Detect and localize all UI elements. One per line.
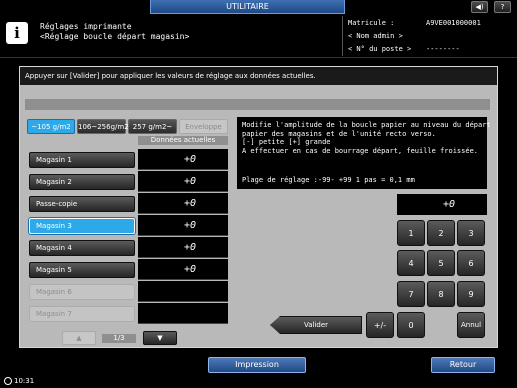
- info-icon: i: [6, 22, 28, 44]
- description-line: papier des magasins et de l'unité recto …: [242, 129, 436, 138]
- tray-button-bypass[interactable]: Passe-copie: [29, 196, 135, 212]
- key-9[interactable]: 9: [457, 281, 485, 307]
- screen-title: Réglages imprimante: [40, 22, 132, 31]
- tray-value-1: +0: [138, 149, 228, 170]
- tab-paper-105[interactable]: ~105 g/m2: [27, 119, 75, 134]
- key-4[interactable]: 4: [397, 250, 425, 276]
- clock-time: 10:31: [14, 377, 35, 385]
- description-line: A effectuer en cas de bourrage départ, f…: [242, 146, 479, 155]
- tray-button-4[interactable]: Magasin 4: [29, 240, 135, 256]
- description-line: [-] petite [+] grande: [242, 138, 331, 146]
- tray-button-6: Magasin 6: [29, 284, 135, 300]
- description-box: Modifie l'amplitude de la boucle papier …: [237, 117, 491, 189]
- page-up-button: ▲: [62, 331, 96, 345]
- tab-paper-106-256[interactable]: 106~256g/m2: [77, 119, 129, 134]
- header: i Réglages imprimante <Réglage boucle dé…: [0, 14, 517, 58]
- serial-label: Matricule :: [348, 19, 395, 27]
- key-6[interactable]: 6: [457, 250, 485, 276]
- print-button[interactable]: Impression: [208, 357, 306, 373]
- clock-icon: [4, 377, 12, 385]
- top-bar: UTILITAIRE ◀) ?: [0, 0, 517, 14]
- tray-value-7: [138, 303, 228, 324]
- back-button[interactable]: Retour: [431, 357, 495, 373]
- validate-button[interactable]: Valider: [270, 316, 362, 334]
- key-8[interactable]: 8: [427, 281, 455, 307]
- key-1[interactable]: 1: [397, 220, 425, 246]
- tab-envelope: Enveloppe: [179, 119, 228, 134]
- page-indicator: 1/3: [102, 334, 136, 343]
- description-line: Modifie l'amplitude de la boucle papier …: [242, 121, 491, 129]
- clock: 10:31: [4, 377, 34, 385]
- tray-button-2[interactable]: Magasin 2: [29, 174, 135, 190]
- key-0[interactable]: 0: [397, 312, 425, 338]
- current-data-header: Données actuelles: [138, 136, 228, 145]
- clear-button[interactable]: Annul: [457, 312, 485, 338]
- serial-value: A9VE001000001: [426, 19, 481, 27]
- post-value: --------: [426, 45, 460, 53]
- key-5[interactable]: 5: [427, 250, 455, 276]
- entry-value: +0: [397, 194, 487, 215]
- speaker-icon[interactable]: ◀): [471, 1, 488, 13]
- tab-utility[interactable]: UTILITAIRE: [150, 0, 345, 14]
- plus-minus-key[interactable]: +/-: [366, 312, 394, 338]
- tray-value-5: +0: [138, 259, 228, 280]
- tray-value-bypass: +0: [138, 193, 228, 214]
- title-strip: [25, 99, 490, 110]
- key-3[interactable]: 3: [457, 220, 485, 246]
- tray-value-4: +0: [138, 237, 228, 258]
- tray-button-3[interactable]: Magasin 3: [29, 218, 135, 234]
- tray-value-2: +0: [138, 171, 228, 192]
- tray-button-7: Magasin 7: [29, 306, 135, 322]
- admin-label: < Nom admin >: [348, 32, 403, 40]
- screen-subtitle: <Réglage boucle départ magasin>: [40, 32, 190, 41]
- key-7[interactable]: 7: [397, 281, 425, 307]
- instruction-bar: Appuyer sur [Valider] pour appliquer les…: [20, 67, 497, 85]
- tray-button-5[interactable]: Magasin 5: [29, 262, 135, 278]
- help-button[interactable]: ?: [494, 1, 511, 13]
- tray-value-6: [138, 281, 228, 302]
- tab-paper-257[interactable]: 257 g/m2~: [128, 119, 177, 134]
- header-divider: [342, 16, 343, 56]
- tray-value-3: +0: [138, 215, 228, 236]
- key-2[interactable]: 2: [427, 220, 455, 246]
- tray-button-1[interactable]: Magasin 1: [29, 152, 135, 168]
- post-label: < N° du poste >: [348, 45, 412, 53]
- range-text: Plage de réglage :-99- +99 1 pas = 0,1 m…: [242, 176, 415, 184]
- page-down-button[interactable]: ▼: [143, 331, 177, 345]
